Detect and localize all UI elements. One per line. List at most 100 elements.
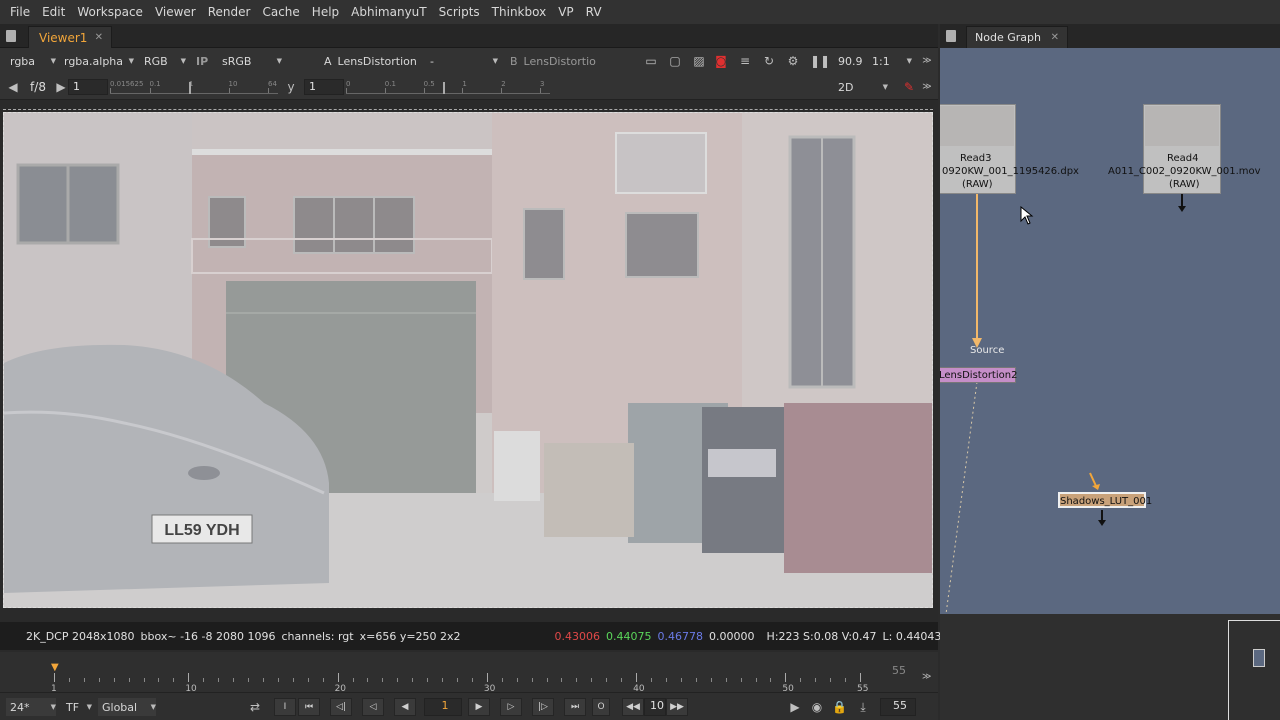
clip-warning-icon[interactable]: ◙: [714, 54, 728, 68]
input-b-dropdown[interactable]: B LensDistortio: [506, 52, 602, 70]
prev-keyframe-button[interactable]: ◁|: [330, 698, 352, 716]
timeline[interactable]: 1 10 20 30 40 50 55 ▼ 55 ≫: [0, 652, 938, 694]
tf-value: TF: [66, 700, 80, 714]
next-frame-button[interactable]: ▷: [500, 698, 522, 716]
increment-input[interactable]: 10: [644, 698, 666, 716]
zoom-dropdown[interactable]: 1:1 ▼: [868, 52, 912, 70]
viewer-image[interactable]: LL59 YDH: [3, 112, 933, 608]
paint-icon[interactable]: ✎: [902, 80, 916, 94]
wipe-mode-dropdown[interactable]: - ▼: [426, 52, 498, 70]
chevron-down-icon: ▼: [882, 83, 888, 91]
channels-dropdown[interactable]: rgba ▼: [6, 52, 56, 70]
roi-icon[interactable]: ▭: [644, 54, 658, 68]
next-keyframe-button[interactable]: |▷: [532, 698, 554, 716]
transport-bar: 24* ▼ TF ▼ Global ▼ ⇄ I ⏮ ◁| ◁ ◀ 1 ▶ ▷ |▷ ⏭…: [0, 692, 938, 720]
loop-icon[interactable]: ⇄: [248, 700, 262, 714]
display-channel-dropdown[interactable]: RGB ▼: [140, 52, 186, 70]
step-forward-icon: ▷: [507, 702, 515, 712]
ip-button[interactable]: IP: [192, 52, 214, 70]
expand-icon[interactable]: ≫: [920, 54, 934, 68]
first-frame-button[interactable]: ⏮: [298, 698, 320, 716]
fast-forward-icon: ▶▶: [670, 702, 684, 712]
tab-node-graph[interactable]: Node Graph ✕: [966, 26, 1068, 48]
menu-item-thinkbox[interactable]: Thinkbox: [486, 5, 553, 19]
end-frame-input[interactable]: 55: [880, 698, 916, 716]
safe-area-icon[interactable]: ▢: [668, 54, 682, 68]
menu-item-abhimanyut[interactable]: AbhimanyuT: [345, 5, 432, 19]
menu-item-help[interactable]: Help: [306, 5, 345, 19]
proxy-icon[interactable]: ⚙: [786, 54, 800, 68]
range-value: Global: [102, 700, 138, 714]
step-back-increment-button[interactable]: ◀◀: [622, 698, 644, 716]
record-icon[interactable]: ◉: [810, 700, 824, 714]
menu-item-workspace[interactable]: Workspace: [71, 5, 149, 19]
pane-menu-icon[interactable]: [946, 30, 956, 42]
timeline-expand-icon[interactable]: ≫: [922, 672, 931, 682]
lut-dropdown[interactable]: sRGB ▼: [218, 52, 282, 70]
pane-menu-icon[interactable]: [6, 30, 16, 42]
overlay-icon[interactable]: ≡: [738, 54, 752, 68]
timeline-ruler[interactable]: 1 10 20 30 40 50 55: [50, 664, 870, 694]
timeline-tick: [442, 678, 444, 682]
playback-mode-icon[interactable]: ⤓: [856, 700, 870, 714]
node-graph-canvas[interactable]: Read3 0920KW_001_1195426.dpx (RAW) Read4…: [940, 48, 1280, 614]
blue-value: 0.46778: [657, 629, 704, 643]
zebra-icon[interactable]: ▨: [692, 54, 706, 68]
menu-item-viewer[interactable]: Viewer: [149, 5, 202, 19]
menu-item-render[interactable]: Render: [202, 5, 257, 19]
tf-dropdown[interactable]: TF ▼: [62, 698, 92, 716]
menu-item-file[interactable]: File: [4, 5, 36, 19]
timeline-tick: [292, 678, 294, 682]
menu-item-rv[interactable]: RV: [580, 5, 608, 19]
timeline-tick: [636, 673, 638, 682]
step-right-icon[interactable]: ▶: [54, 80, 68, 94]
menu-item-edit[interactable]: Edit: [36, 5, 71, 19]
input-a-label: A: [324, 54, 332, 68]
node-shadows-lut[interactable]: Shadows_LUT_001: [1058, 492, 1152, 508]
slider-tick-label: 0.5: [423, 80, 435, 88]
prev-frame-button[interactable]: ◁: [362, 698, 384, 716]
playhead-icon[interactable]: ▼: [51, 662, 59, 673]
lock-icon[interactable]: 🔒: [832, 700, 847, 714]
close-icon[interactable]: ✕: [95, 32, 103, 43]
downscale-dropdown[interactable]: 90.9: [834, 52, 864, 70]
out-point-button[interactable]: O: [592, 698, 610, 716]
play-forward-button[interactable]: ▶: [468, 698, 490, 716]
chevron-down-icon: ▼: [492, 57, 498, 65]
viewer-canvas[interactable]: LL59 YDH: [0, 100, 938, 634]
last-frame-button[interactable]: ⏭: [564, 698, 586, 716]
gamma-slider[interactable]: 0 0.1 0.5 1 2 3: [346, 80, 550, 94]
node-lensdistortion2[interactable]: LensDistortion2: [940, 367, 1017, 383]
timeline-tick: [427, 678, 429, 682]
gain-input[interactable]: 1: [68, 79, 108, 95]
in-point-button[interactable]: I: [274, 698, 296, 716]
input-a-dropdown[interactable]: A LensDistortion: [320, 52, 420, 70]
menu-item-scripts[interactable]: Scripts: [433, 5, 486, 19]
timeline-tick: [830, 678, 832, 682]
slider-handle[interactable]: [443, 82, 445, 94]
slider-tick: [540, 88, 541, 93]
tab-viewer1[interactable]: Viewer1 ✕: [28, 26, 112, 48]
timeline-tick: [83, 678, 85, 682]
close-icon[interactable]: ✕: [1051, 32, 1059, 43]
flipbook-icon[interactable]: ▶: [788, 700, 802, 714]
fps-dropdown[interactable]: 24* ▼: [6, 698, 56, 716]
step-forward-increment-button[interactable]: ▶▶: [666, 698, 688, 716]
step-left-icon[interactable]: ◀: [6, 80, 20, 94]
pause-icon[interactable]: ❚❚: [810, 54, 830, 68]
expand-icon[interactable]: ≫: [920, 80, 934, 94]
range-dropdown[interactable]: Global ▼: [98, 698, 156, 716]
view-mode-dropdown[interactable]: 2D ▼: [834, 78, 888, 96]
gain-slider[interactable]: 0.015625 0.1 1 10 64: [110, 80, 278, 94]
minimap[interactable]: [1228, 620, 1280, 720]
menu-item-vp[interactable]: VP: [552, 5, 579, 19]
minimap-viewport[interactable]: [1253, 649, 1265, 667]
gamma-input[interactable]: 1: [304, 79, 344, 95]
play-backward-button[interactable]: ◀: [394, 698, 416, 716]
fstop-label[interactable]: f/8: [26, 80, 50, 94]
refresh-icon[interactable]: ↻: [762, 54, 776, 68]
slider-handle[interactable]: [189, 82, 191, 94]
menu-item-cache[interactable]: Cache: [256, 5, 305, 19]
alpha-dropdown[interactable]: rgba.alpha ▼: [60, 52, 134, 70]
current-frame-input[interactable]: 1: [424, 698, 462, 716]
